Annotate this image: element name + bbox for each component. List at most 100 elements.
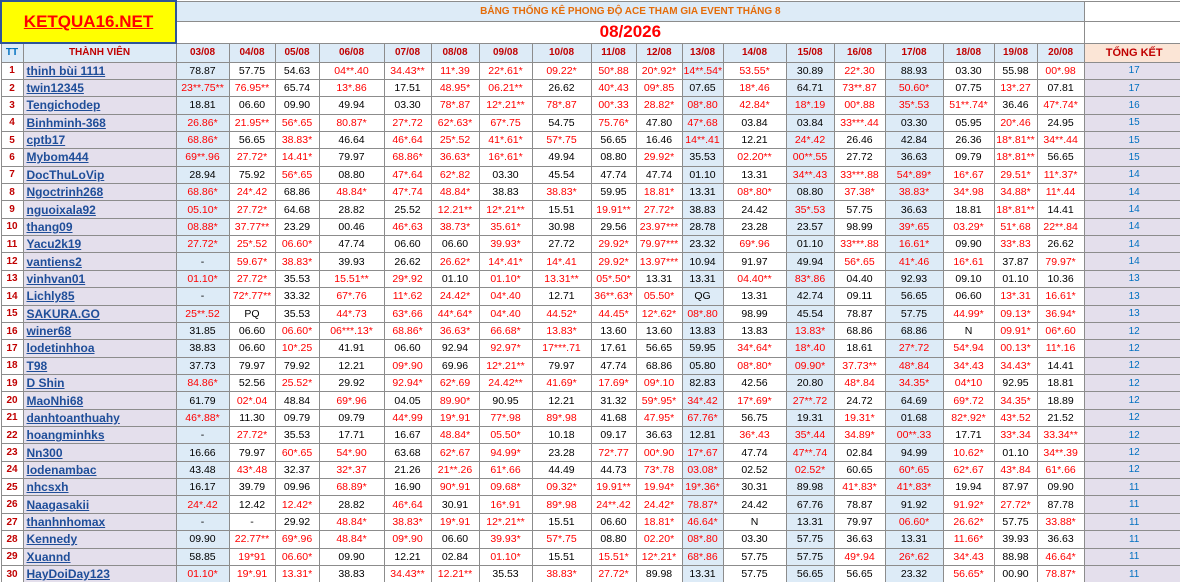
table-row: 18 T98 37.73 79.97 79.92 12.21 09*.90 69.96 12*.… <box>0 356 1180 375</box>
result-cell: 09.91* <box>993 321 1038 341</box>
total-cell: 14 <box>1083 217 1180 237</box>
row-number: 13 <box>0 269 24 289</box>
result-cell: 04.40** <box>722 269 787 289</box>
member-name-link[interactable]: thang09 <box>22 217 177 237</box>
result-cell: 06*.60 <box>1036 321 1085 341</box>
header-date: 09/08 <box>478 42 533 63</box>
member-name-link[interactable]: Xuannd <box>22 547 177 566</box>
member-name-link[interactable]: hoangminhks <box>22 426 177 445</box>
member-name-link[interactable]: lodenambac <box>22 460 177 480</box>
table-row: 24 lodenambac 43.48 43*.48 32.37 32*.37 21.26 2… <box>0 460 1180 480</box>
member-name-link[interactable]: lodetinhhoa <box>22 339 177 358</box>
result-cell: 17*.67 <box>681 443 724 462</box>
member-name-link[interactable]: Nn300 <box>22 443 177 462</box>
month-title: 08/2026 <box>175 20 1085 44</box>
member-name-link[interactable]: cptb17 <box>22 130 177 150</box>
member-name-link[interactable]: D Shin <box>22 373 177 393</box>
result-cell: 06.60 <box>228 96 276 115</box>
member-name-link[interactable]: MaoNhi68 <box>22 391 177 410</box>
result-cell: 44.49 <box>531 460 592 480</box>
total-cell: 12 <box>1083 408 1180 428</box>
result-cell: 35.53 <box>478 564 533 582</box>
result-cell: 13*.27 <box>993 78 1038 98</box>
member-name-link[interactable]: DocThuLoVip <box>22 165 177 185</box>
result-cell: 24*.42 <box>785 130 835 150</box>
result-cell: 68.86 <box>635 356 683 375</box>
result-cell: 20*.92* <box>635 61 683 80</box>
result-cell: 03.08* <box>681 460 724 480</box>
result-cell: 68.86 <box>884 321 944 341</box>
row-number: 12 <box>0 252 24 271</box>
result-cell: 57*.75 <box>531 130 592 150</box>
result-cell: 15.51* <box>590 547 637 566</box>
result-cell: 10.62* <box>942 443 995 462</box>
result-cell: 19.91** <box>590 200 637 219</box>
member-name-link[interactable]: thinh bùi 1111 <box>22 61 177 80</box>
member-name-link[interactable]: Binhminh-368 <box>22 113 177 132</box>
row-number: 4 <box>0 113 24 132</box>
site-logo[interactable]: KETQUA16.NET <box>0 0 178 44</box>
result-cell: 03.30 <box>722 530 787 549</box>
result-cell: 03.30 <box>478 165 533 185</box>
result-cell: 57.75 <box>722 564 787 582</box>
table-row: 11 Yacu2k19 27.72* 25*.52 06.60* 47.74 06.60 06… <box>0 235 1180 254</box>
result-cell: 36.63 <box>635 426 683 445</box>
member-name-link[interactable]: Lichly85 <box>22 287 177 306</box>
result-cell: 02*.04 <box>228 391 276 410</box>
result-cell: 36**.63* <box>590 287 637 306</box>
result-cell: 23.28 <box>531 443 592 462</box>
result-cell: 26.62 <box>531 78 592 98</box>
result-cell: 57.75 <box>785 530 835 549</box>
member-name-link[interactable]: Yacu2k19 <box>22 235 177 254</box>
result-cell: 25*.52 <box>228 235 276 254</box>
result-cell: 30.89 <box>785 61 835 80</box>
total-cell: 12 <box>1083 373 1180 393</box>
member-name-link[interactable]: vinhvan01 <box>22 269 177 289</box>
result-cell: 12.42* <box>274 495 320 514</box>
result-cell: 62*.67 <box>942 460 995 480</box>
result-cell: 79.97 <box>318 148 385 167</box>
result-cell: 13.31* <box>274 564 320 582</box>
total-cell: 11 <box>1083 512 1180 532</box>
member-name-link[interactable]: thanhnhomax <box>22 512 177 532</box>
member-name-link[interactable]: nhcsxh <box>22 478 177 497</box>
row-number: 22 <box>0 426 24 445</box>
table-row: 17 lodetinhhoa 38.83 06.60 10*.25 41.91 06.60 9… <box>0 339 1180 358</box>
member-name-link[interactable]: T98 <box>22 356 177 375</box>
result-cell: 62*.67 <box>430 443 480 462</box>
row-number: 20 <box>0 391 24 410</box>
result-cell: 73*.78 <box>635 460 683 480</box>
result-cell: 25**.52 <box>175 304 230 323</box>
result-cell: 92.95 <box>993 373 1038 393</box>
result-cell: 17.69* <box>590 373 637 393</box>
header-date: 06/08 <box>318 42 385 63</box>
member-name-link[interactable]: Tengichodep <box>22 96 177 115</box>
member-name-link[interactable]: HayDoiDay123 <box>22 564 177 582</box>
result-cell: 45.54 <box>785 304 835 323</box>
result-cell: 63.68 <box>383 443 432 462</box>
row-number: 19 <box>0 373 24 393</box>
member-name-link[interactable]: Naagasakii <box>22 495 177 514</box>
result-cell: 13.31 <box>681 269 724 289</box>
result-cell: 64.71 <box>785 78 835 98</box>
member-name-link[interactable]: nguoixala92 <box>22 200 177 219</box>
header-date: 03/08 <box>175 42 230 63</box>
member-name-link[interactable]: danhtoanthuahy <box>22 408 177 428</box>
member-name-link[interactable]: vantiens2 <box>22 252 177 271</box>
member-name-link[interactable]: SAKURA.GO <box>22 304 177 323</box>
result-cell: 09*.85 <box>635 78 683 98</box>
result-cell: 84.86* <box>175 373 230 393</box>
member-name-link[interactable]: twin12345 <box>22 78 177 98</box>
result-cell: 13.60 <box>590 321 637 341</box>
member-name-link[interactable]: winer68 <box>22 321 177 341</box>
sheet-subtitle: BẢNG THỐNG KÊ PHONG ĐỘ ACE THAM GIA EVEN… <box>175 0 1085 22</box>
header-member: THÀNH VIÊN <box>22 42 177 63</box>
member-name-link[interactable]: Ngoctrinh268 <box>22 183 177 202</box>
member-name-link[interactable]: Kennedy <box>22 530 177 549</box>
member-name-link[interactable]: Mybom444 <box>22 148 177 167</box>
result-cell: 29.92 <box>274 512 320 532</box>
result-cell: 79.97 <box>228 443 276 462</box>
row-number: 3 <box>0 96 24 115</box>
result-cell: 33***.88 <box>833 165 886 185</box>
result-cell: 29.51* <box>993 165 1038 185</box>
